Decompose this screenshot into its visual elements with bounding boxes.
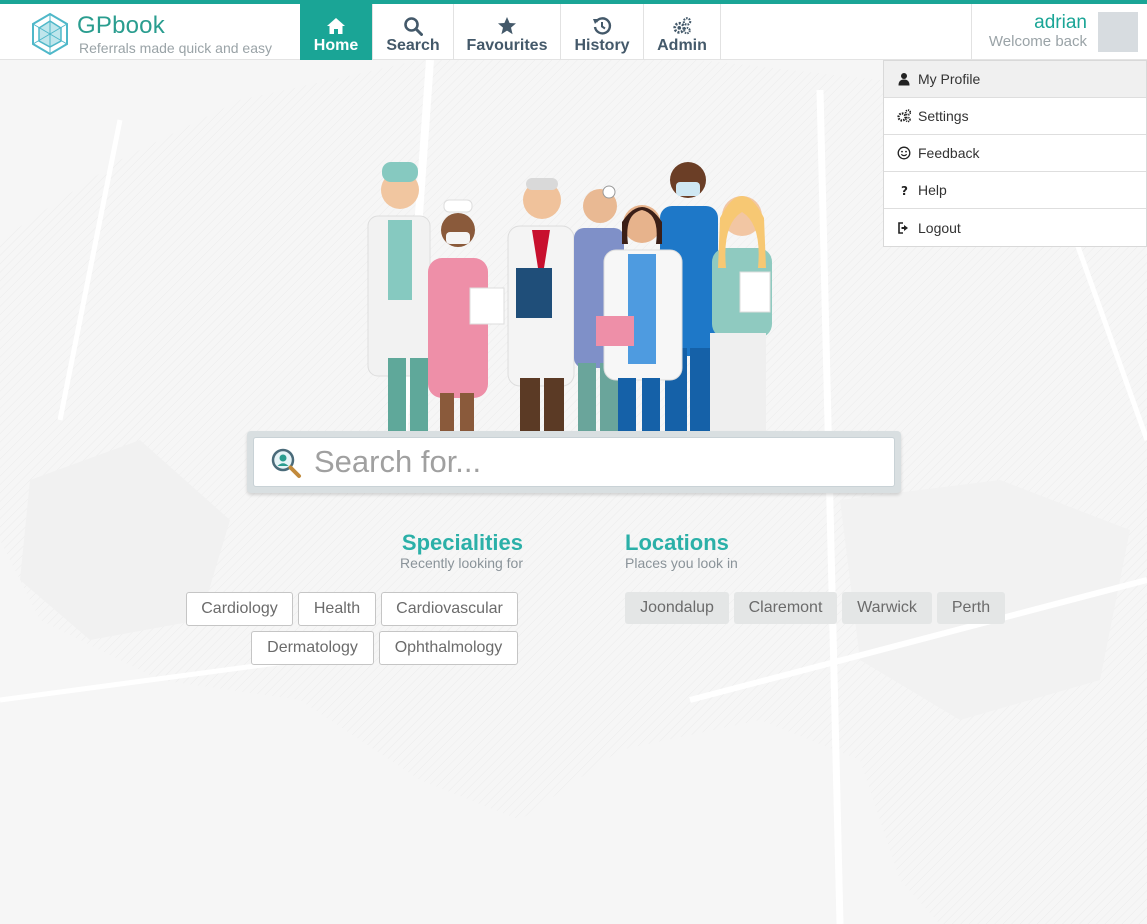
speciality-chip-health[interactable]: Health (298, 592, 376, 626)
search-field-container (253, 437, 895, 487)
menu-item-label: Feedback (918, 145, 980, 161)
specialities-title: Specialities (401, 530, 523, 555)
magnifier-doctor-icon (271, 448, 301, 478)
gpbook-logo-icon (32, 12, 68, 56)
menu-item-logout[interactable]: Logout (884, 209, 1146, 246)
user-dropdown-menu: My Profile Settings Feedback ? Help Logo… (883, 60, 1147, 247)
menu-item-label: Logout (918, 219, 961, 236)
settings-icon (897, 109, 911, 123)
help-icon: ? (901, 184, 908, 197)
menu-item-help[interactable]: ? Help (884, 172, 1146, 209)
menu-item-my-profile[interactable]: My Profile (884, 61, 1146, 98)
main-nav: Home Search Favourites History Admin (300, 4, 721, 60)
brand-name: GPbook (77, 12, 165, 39)
nav-favourites[interactable]: Favourites (454, 4, 561, 60)
user-icon (898, 73, 910, 86)
speciality-chip-dermatology[interactable]: Dermatology (251, 631, 374, 665)
history-icon (593, 17, 612, 35)
location-chip-claremont[interactable]: Claremont (734, 592, 837, 624)
user-name: adrian (1034, 12, 1087, 33)
smile-icon (897, 146, 911, 160)
nav-admin-label: Admin (657, 37, 707, 54)
gears-icon (673, 17, 692, 35)
speciality-chip-cardiovascular[interactable]: Cardiovascular (381, 592, 518, 626)
svg-text:?: ? (901, 184, 908, 197)
location-chip-joondalup[interactable]: Joondalup (625, 592, 729, 624)
brand-tagline: Referrals made quick and easy (79, 40, 272, 56)
location-chip-warwick[interactable]: Warwick (842, 592, 932, 624)
speciality-chip-cardiology[interactable]: Cardiology (186, 592, 293, 626)
menu-item-label: My Profile (918, 71, 981, 87)
locations-subtitle: Places you look in (625, 555, 738, 571)
location-chip-perth[interactable]: Perth (937, 592, 1005, 624)
nav-favourites-label: Favourites (466, 37, 548, 54)
locations-title: Locations (625, 530, 729, 555)
logout-icon (898, 221, 908, 234)
speciality-chip-ophthalmology[interactable]: Ophthalmology (379, 631, 518, 665)
top-navbar: GPbook Referrals made quick and easy Hom… (0, 0, 1147, 60)
menu-item-settings[interactable]: Settings (884, 98, 1146, 135)
user-welcome: Welcome back (988, 33, 1087, 50)
menu-item-label: Settings (918, 108, 969, 124)
nav-home-label: Home (313, 37, 359, 54)
menu-item-label: Help (918, 182, 947, 198)
menu-item-feedback[interactable]: Feedback (884, 135, 1146, 172)
search-input[interactable] (314, 441, 884, 483)
nav-history[interactable]: History (561, 4, 644, 60)
home-icon (327, 18, 345, 34)
specialities-subtitle: Recently looking for (400, 555, 523, 571)
doctors-illustration (367, 162, 772, 438)
nav-admin[interactable]: Admin (644, 4, 721, 60)
nav-history-label: History (574, 37, 630, 54)
search-box (247, 431, 901, 493)
search-icon (404, 17, 423, 36)
nav-home[interactable]: Home (300, 4, 373, 60)
brand[interactable]: GPbook Referrals made quick and easy (28, 10, 298, 58)
avatar[interactable] (1098, 12, 1138, 52)
nav-search-label: Search (386, 37, 440, 54)
user-menu-toggle[interactable]: adrian Welcome back (971, 4, 1147, 60)
star-icon (498, 17, 516, 35)
nav-search[interactable]: Search (373, 4, 454, 60)
